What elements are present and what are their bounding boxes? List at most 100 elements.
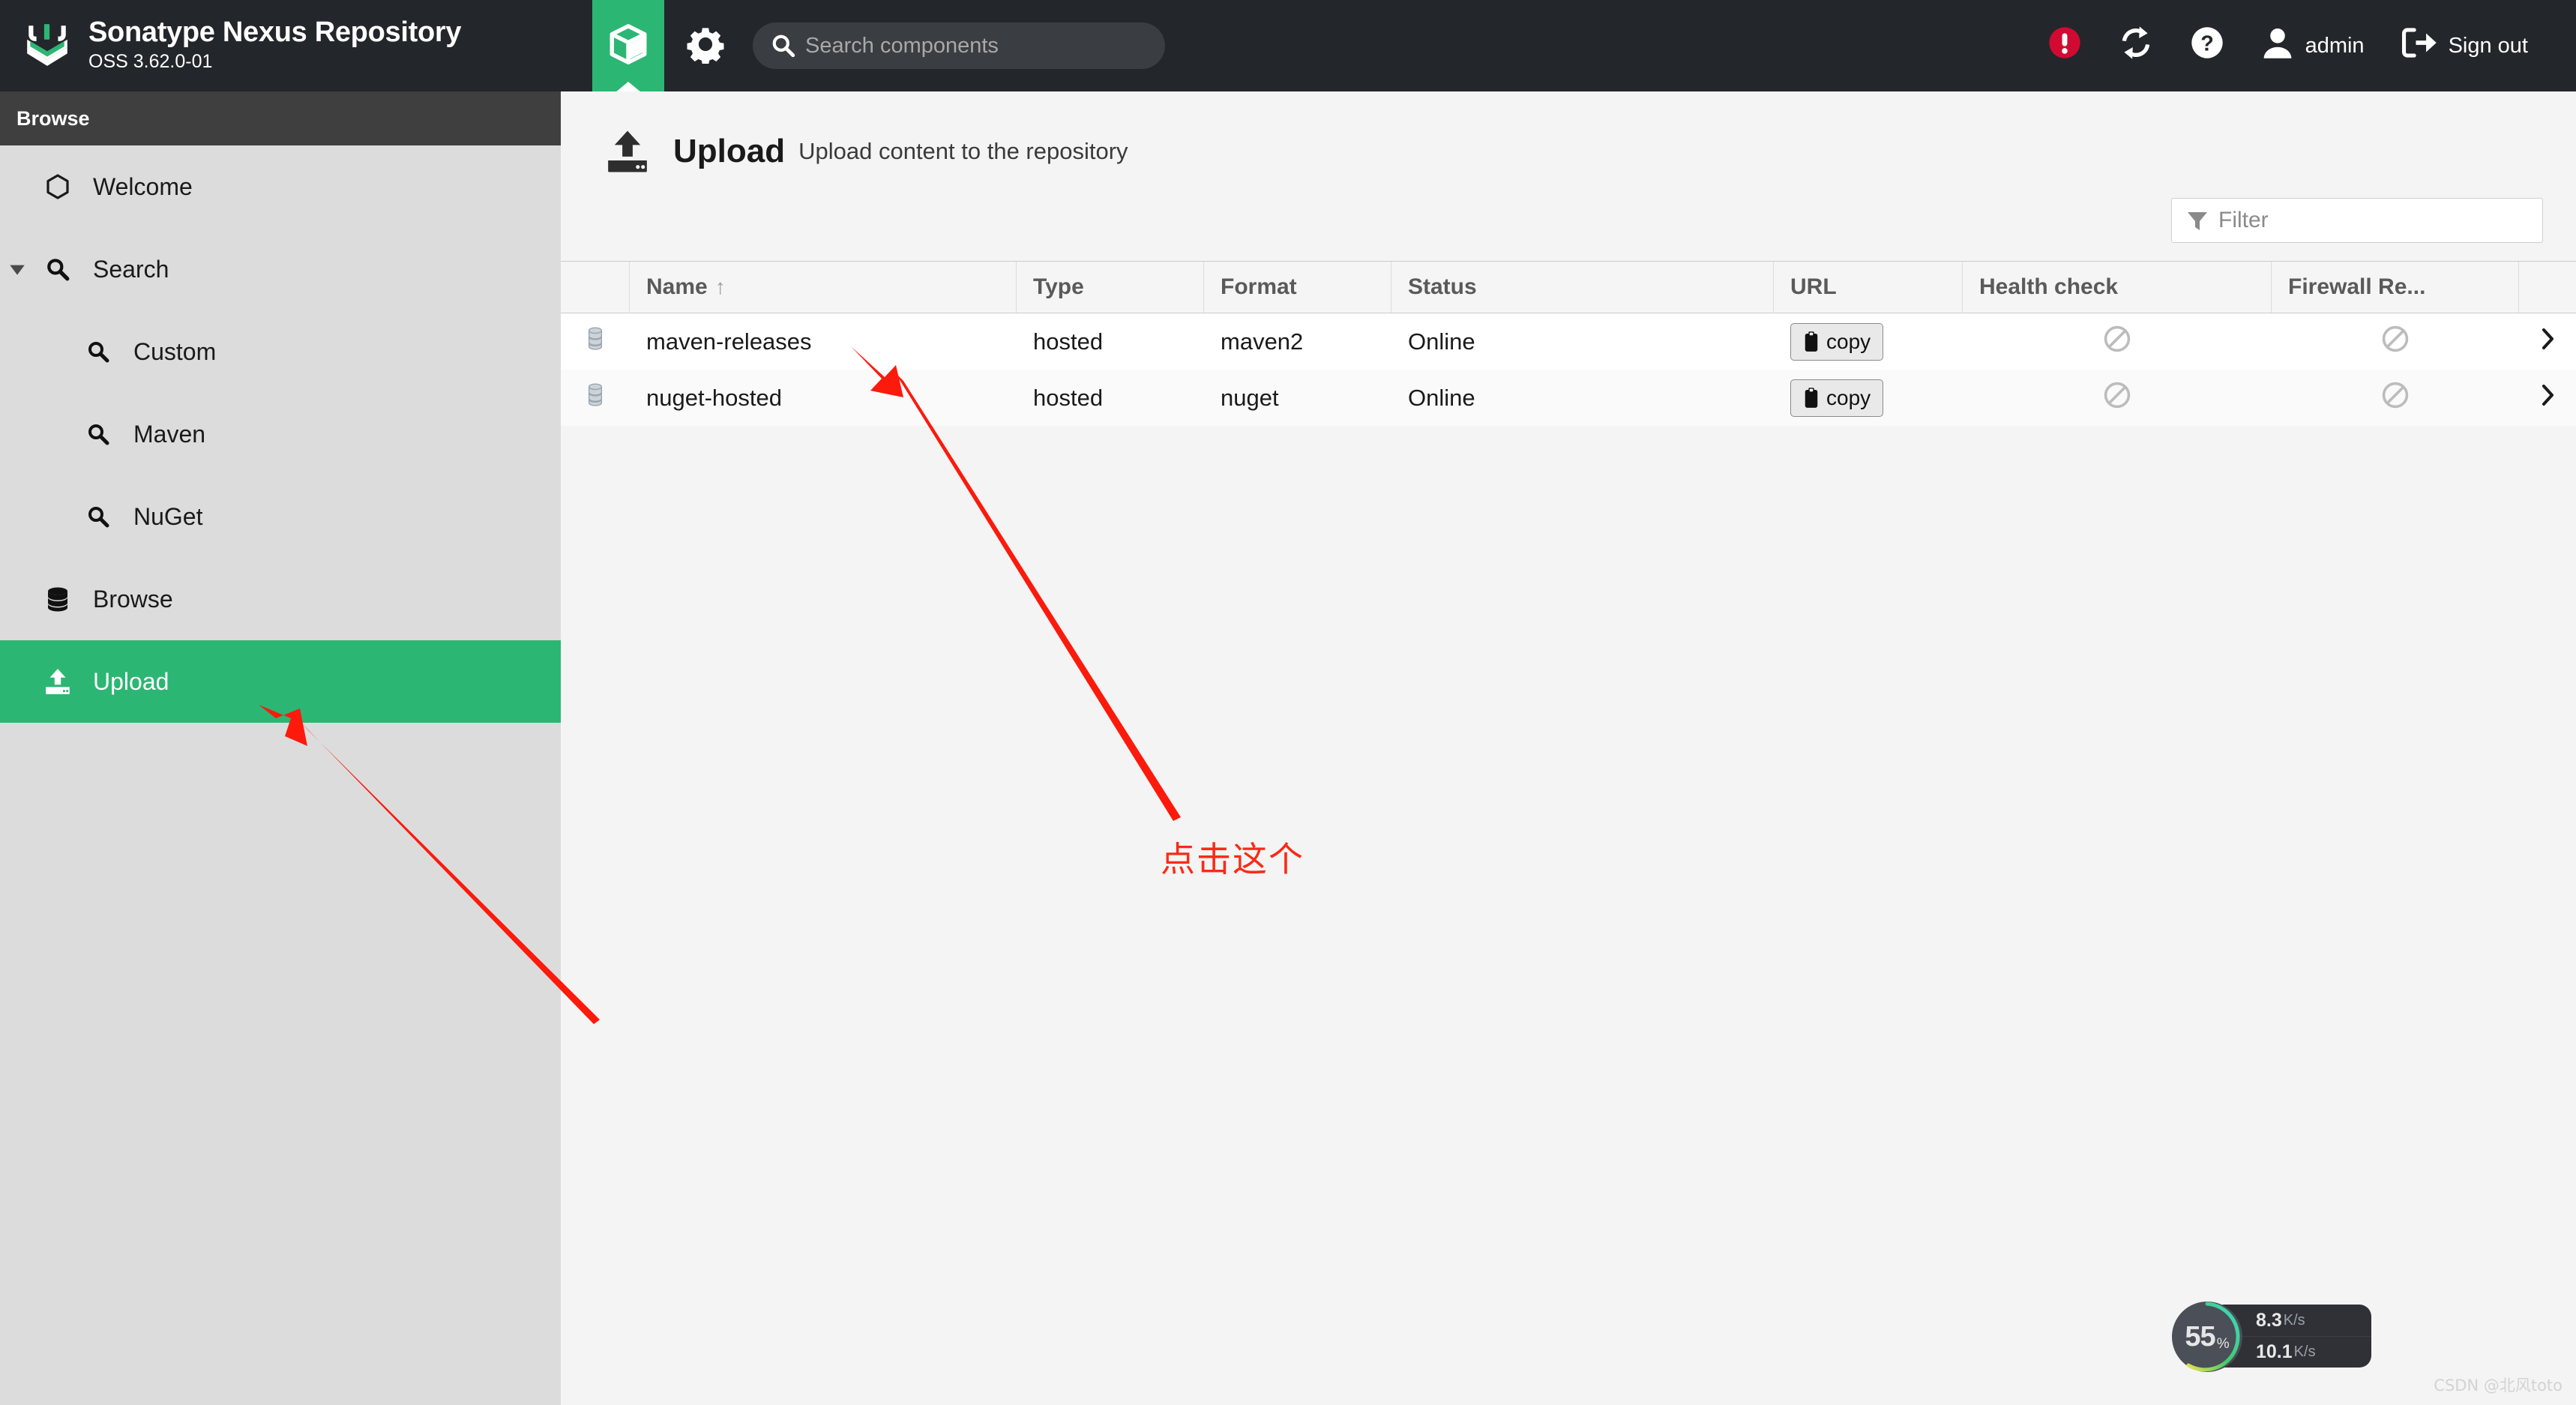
gear-icon: [686, 25, 725, 67]
column-header-health-check-label: Health check: [1979, 274, 2119, 299]
brand-title: Sonatype Nexus Repository: [88, 16, 462, 48]
funnel-icon: [2185, 208, 2209, 232]
sidebar-item-browse[interactable]: Browse: [0, 558, 561, 640]
chevron-right-icon: [2540, 327, 2555, 357]
clipboard-icon: [1803, 387, 1820, 409]
cell-name: nuget-hosted: [646, 384, 782, 411]
download-speed-unit: K/s: [2293, 1344, 2316, 1360]
alert-button[interactable]: [2029, 0, 2100, 91]
search-icon: [75, 505, 121, 529]
search-placeholder: Search components: [805, 33, 999, 58]
tab-active-notch: [616, 82, 641, 92]
user-label: admin: [2305, 33, 2365, 58]
user-menu[interactable]: admin: [2242, 0, 2383, 91]
search-wrap: Search components: [747, 22, 1165, 69]
column-header-name-label: Name: [646, 274, 708, 299]
upload-speed-unit: K/s: [2283, 1311, 2305, 1329]
cell-url: copy: [1774, 313, 1963, 370]
repository-icon: [586, 382, 605, 414]
sidebar-item-upload[interactable]: Upload: [0, 640, 561, 723]
column-header-type[interactable]: Type: [1017, 262, 1204, 313]
column-header-firewall[interactable]: Firewall Re...: [2272, 262, 2519, 313]
search-icon: [75, 340, 121, 364]
chevron-down-icon[interactable]: [0, 259, 34, 279]
cell-health-check: [1963, 370, 2272, 426]
watermark: CSDN @北风toto: [2434, 1377, 2563, 1395]
repository-table: Name ↑ Type Format Status URL Health che…: [561, 261, 2576, 426]
row-repository-icon-cell: [561, 313, 630, 370]
sidebar-item-nuget[interactable]: NuGet: [0, 475, 561, 558]
page-title: Upload: [673, 133, 786, 169]
cube-icon: [607, 22, 650, 70]
column-header-select: [561, 262, 630, 313]
filter-placeholder: Filter: [2218, 208, 2269, 232]
sidebar-item-label: Maven: [133, 420, 206, 448]
cpu-usage-percent-symbol: %: [2216, 1336, 2230, 1352]
help-button[interactable]: ?: [2172, 0, 2242, 91]
row-expand-button[interactable]: [2519, 370, 2576, 426]
prohibited-icon: [2381, 381, 2410, 415]
admin-settings-button[interactable]: [664, 0, 747, 91]
refresh-icon: [2118, 25, 2154, 67]
filter-row: Filter: [561, 180, 2576, 243]
column-header-health-check[interactable]: Health check: [1963, 262, 2272, 313]
column-header-name[interactable]: Name ↑: [630, 262, 1017, 313]
sidebar-item-maven[interactable]: Maven: [0, 393, 561, 475]
search-input[interactable]: Search components: [753, 22, 1165, 69]
filter-input[interactable]: Filter: [2171, 198, 2543, 243]
chevron-right-icon: [2540, 383, 2555, 413]
cell-firewall: [2272, 313, 2519, 370]
cell-firewall: [2272, 370, 2519, 426]
cell-health-check: [1963, 313, 2272, 370]
column-header-format-label: Format: [1221, 274, 1297, 299]
table-row[interactable]: nuget-hosted hosted nuget Online copy: [561, 370, 2576, 426]
row-expand-button[interactable]: [2519, 313, 2576, 370]
sign-out-icon: [2401, 25, 2438, 66]
sidebar-item-custom[interactable]: Custom: [0, 310, 561, 393]
column-header-status-label: Status: [1408, 274, 1477, 299]
system-monitor-widget[interactable]: ↑ 8.3 K/s ↓ 10.1 K/s: [2169, 1299, 2371, 1374]
sidebar-item-label: Search: [93, 255, 169, 283]
sidebar-item-label: Welcome: [93, 172, 193, 200]
sort-ascending-icon: ↑: [714, 275, 726, 298]
copy-url-label: copy: [1826, 329, 1871, 353]
prohibited-icon: [2381, 325, 2410, 359]
alert-circle-icon: [2047, 25, 2082, 66]
column-header-status[interactable]: Status: [1391, 262, 1774, 313]
copy-url-button[interactable]: copy: [1790, 322, 1884, 361]
page-description: Upload content to the repository: [798, 138, 1128, 164]
top-header: Sonatype Nexus Repository OSS 3.62.0-01: [0, 0, 2576, 92]
app-root: Sonatype Nexus Repository OSS 3.62.0-01: [0, 0, 2576, 1405]
table-header-row: Name ↑ Type Format Status URL Health che…: [561, 261, 2576, 313]
prohibited-icon: [2103, 325, 2131, 359]
copy-url-label: copy: [1826, 385, 1871, 409]
brand-version: OSS 3.62.0-01: [88, 50, 213, 72]
cell-status: Online: [1408, 328, 1475, 355]
tab-repository-browse[interactable]: [592, 0, 664, 92]
sidebar-item-label: Upload: [93, 667, 169, 695]
search-icon: [34, 256, 81, 282]
sidebar-item-search[interactable]: Search: [0, 228, 561, 310]
sign-out-button[interactable]: Sign out: [2383, 0, 2546, 91]
download-speed-value: 10.1: [2256, 1341, 2293, 1362]
cpu-usage-gauge: 55 %: [2169, 1299, 2245, 1375]
svg-text:?: ?: [2200, 31, 2214, 55]
copy-url-button[interactable]: copy: [1790, 379, 1884, 417]
upload-icon: [34, 667, 81, 696]
cell-name: maven-releases: [646, 328, 812, 355]
cell-type: hosted: [1033, 384, 1104, 411]
cell-status: Online: [1408, 384, 1475, 411]
brand[interactable]: Sonatype Nexus Repository OSS 3.62.0-01: [0, 0, 592, 91]
prohibited-icon: [2103, 381, 2131, 415]
refresh-button[interactable]: [2100, 0, 2172, 91]
clipboard-icon: [1803, 331, 1820, 352]
sidebar-title: Browse: [0, 91, 561, 145]
sidebar-item-welcome[interactable]: Welcome: [0, 145, 561, 228]
sidebar-item-label: NuGet: [133, 502, 203, 530]
column-header-format[interactable]: Format: [1204, 262, 1391, 313]
table-row[interactable]: maven-releases hosted maven2 Online copy: [561, 313, 2576, 370]
column-header-url[interactable]: URL: [1774, 262, 1963, 313]
page-header: Upload Upload content to the repository: [561, 91, 2576, 180]
sign-out-label: Sign out: [2448, 33, 2528, 58]
search-icon: [75, 422, 121, 446]
